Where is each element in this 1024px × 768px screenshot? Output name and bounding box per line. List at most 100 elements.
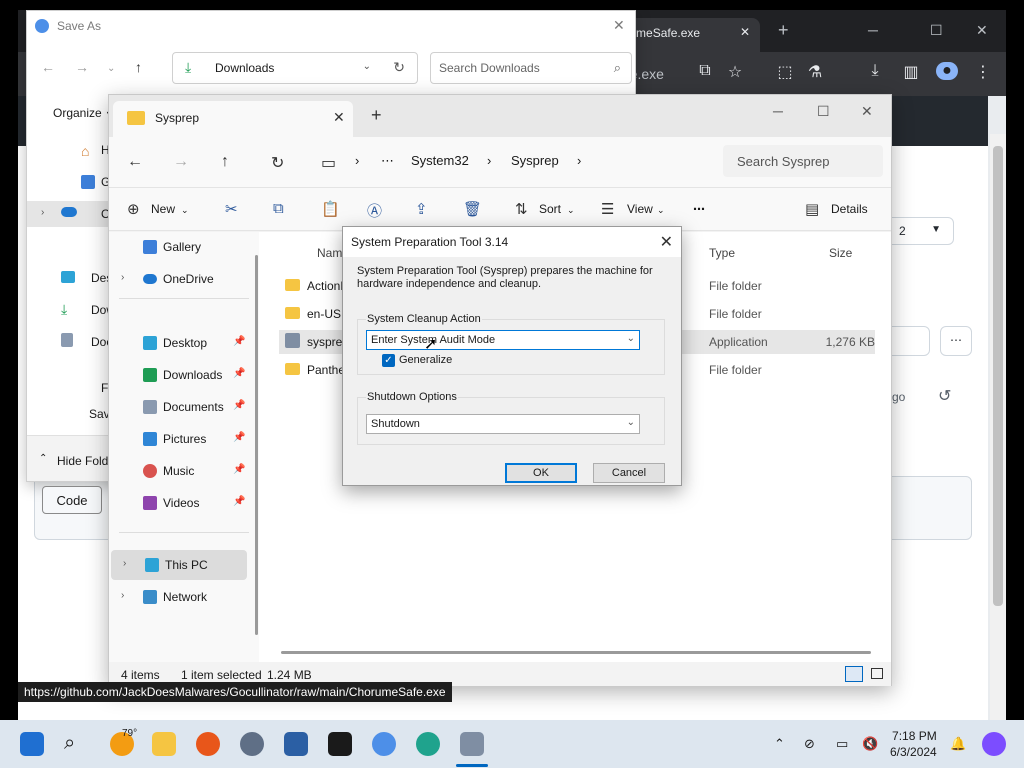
- download-icon[interactable]: ⤓: [864, 62, 886, 80]
- nav-item-onedrive[interactable]: › OneDrive: [109, 264, 259, 294]
- up-arrow-icon[interactable]: ↑: [135, 59, 142, 75]
- chevron-right-icon[interactable]: ›: [123, 558, 126, 569]
- nav-scrollbar[interactable]: [255, 255, 258, 635]
- chevron-up-icon[interactable]: ⌃: [774, 736, 785, 752]
- monitor-icon[interactable]: ▭: [321, 153, 336, 173]
- speaker-mute-icon[interactable]: 🔇: [862, 736, 878, 752]
- sysprep-app-icon[interactable]: [460, 732, 484, 756]
- details-pane-icon[interactable]: ▤: [805, 200, 819, 218]
- saveas-search-input[interactable]: Search Downloads ⌕: [430, 52, 632, 84]
- column-header-type[interactable]: Type: [709, 246, 735, 260]
- sidebar-icon[interactable]: ▥: [900, 62, 922, 82]
- code-button[interactable]: Code: [42, 486, 102, 514]
- hide-folders-button[interactable]: Hide Fold: [57, 454, 108, 468]
- view-icon[interactable]: ☰: [601, 200, 614, 218]
- flask-icon[interactable]: ⚗: [804, 62, 826, 82]
- copy-icon[interactable]: ⧉: [273, 200, 284, 217]
- breadcrumb-system32[interactable]: System32: [411, 153, 469, 168]
- kebab-menu-icon[interactable]: ⋮: [972, 62, 994, 82]
- nav-item-documents[interactable]: Documents 📌: [109, 392, 259, 422]
- chevron-down-icon[interactable]: ⌄: [107, 63, 115, 74]
- maximize-icon[interactable]: ☐: [930, 22, 943, 39]
- maximize-icon[interactable]: ☐: [817, 103, 830, 120]
- new-icon[interactable]: ⊕: [127, 200, 140, 218]
- organize-button[interactable]: Organize ▼: [53, 106, 114, 120]
- saveas-address-bar[interactable]: ⤓ Downloads ⌄ ↻: [172, 52, 418, 84]
- share-icon[interactable]: ⇪: [415, 200, 428, 218]
- star-icon[interactable]: ☆: [724, 62, 746, 82]
- minimize-icon[interactable]: ─: [773, 103, 783, 119]
- display-icon[interactable]: ▭: [836, 736, 848, 752]
- close-icon[interactable]: ✕: [861, 103, 873, 120]
- page-scrollbar[interactable]: [990, 134, 1006, 720]
- chevron-right-icon[interactable]: ›: [121, 590, 124, 601]
- view-button[interactable]: View: [627, 202, 653, 216]
- clock[interactable]: 7:18 PM 6/3/2024: [890, 728, 937, 760]
- plus-icon[interactable]: +: [778, 20, 789, 41]
- sort-button[interactable]: Sort: [539, 202, 561, 216]
- settings-gear-icon[interactable]: [240, 732, 264, 756]
- chevron-up-icon[interactable]: ⌃: [39, 453, 47, 464]
- details-view-icon[interactable]: [845, 666, 863, 682]
- chevron-right-icon[interactable]: ›: [355, 153, 359, 168]
- cast-icon[interactable]: ⧉: [694, 62, 716, 80]
- file-explorer-icon[interactable]: [152, 732, 176, 756]
- close-icon[interactable]: ✕: [740, 25, 750, 39]
- new-button[interactable]: New: [151, 202, 175, 216]
- nav-item-network[interactable]: › Network: [109, 582, 259, 612]
- chevron-right-icon[interactable]: ›: [121, 272, 124, 283]
- nav-item-pictures[interactable]: Pictures 📌: [109, 424, 259, 454]
- chrome-icon[interactable]: [372, 732, 396, 756]
- sort-icon[interactable]: ⇅: [515, 200, 528, 218]
- virtualbox-icon[interactable]: [284, 732, 308, 756]
- explorer-search-input[interactable]: Search Sysprep: [723, 145, 883, 177]
- back-arrow-icon[interactable]: ←: [41, 59, 55, 75]
- more-options-icon[interactable]: ⋯: [693, 202, 705, 216]
- shutdown-options-select[interactable]: Shutdown ⌄: [366, 414, 640, 434]
- refresh-icon[interactable]: ↻: [271, 153, 284, 173]
- scrollbar-thumb[interactable]: [993, 146, 1003, 606]
- extensions-icon[interactable]: ⬚: [774, 62, 796, 82]
- back-arrow-icon[interactable]: ←: [127, 153, 143, 171]
- notification-bell-icon[interactable]: 🔔: [950, 736, 966, 752]
- cut-icon[interactable]: ✂: [225, 200, 238, 218]
- rename-icon[interactable]: Ⓐ: [367, 200, 382, 221]
- cancel-button[interactable]: Cancel: [593, 463, 665, 483]
- close-icon[interactable]: ✕: [976, 22, 988, 39]
- ok-button[interactable]: OK: [505, 463, 577, 483]
- epic-games-icon[interactable]: [328, 732, 352, 756]
- nav-item-videos[interactable]: Videos 📌: [109, 488, 259, 518]
- tiles-view-icon[interactable]: [869, 666, 887, 682]
- minimize-icon[interactable]: ─: [868, 22, 878, 38]
- chevron-right-icon[interactable]: ›: [41, 207, 44, 218]
- nav-item-desktop[interactable]: Desktop 📌: [109, 328, 259, 358]
- chevron-right-icon[interactable]: ›: [487, 153, 491, 168]
- search-icon[interactable]: ⌕: [64, 732, 88, 756]
- column-header-size[interactable]: Size: [829, 246, 852, 260]
- chevron-right-icon[interactable]: ›: [577, 153, 581, 168]
- details-button[interactable]: Details: [831, 202, 868, 216]
- nav-item-this-pc[interactable]: › This PC: [111, 550, 247, 580]
- nav-item-downloads[interactable]: Downloads 📌: [109, 360, 259, 390]
- close-icon[interactable]: ✕: [613, 17, 625, 34]
- explorer-tab[interactable]: Sysprep ✕: [113, 101, 353, 137]
- edge-icon[interactable]: [416, 732, 440, 756]
- more-options-icon[interactable]: ⋯: [940, 326, 972, 356]
- profile-icon[interactable]: ●: [936, 62, 958, 80]
- chevron-down-icon[interactable]: ⌄: [363, 61, 371, 72]
- breadcrumb-sysprep[interactable]: Sysprep: [511, 153, 559, 168]
- paste-icon[interactable]: 📋: [321, 200, 340, 218]
- forward-arrow-icon[interactable]: →: [75, 59, 89, 75]
- delete-icon[interactable]: 🗑: [463, 200, 482, 218]
- forward-arrow-icon[interactable]: →: [173, 153, 189, 171]
- close-icon[interactable]: ✕: [333, 109, 345, 126]
- up-arrow-icon[interactable]: ↑: [221, 153, 229, 171]
- plus-icon[interactable]: +: [371, 105, 382, 126]
- horizontal-scrollbar[interactable]: [281, 651, 871, 654]
- ellipsis-icon[interactable]: ⋯: [381, 153, 394, 169]
- refresh-icon[interactable]: ↻: [393, 59, 405, 76]
- windows-start-icon[interactable]: [20, 732, 44, 756]
- firefox-icon[interactable]: [196, 732, 220, 756]
- nav-item-gallery[interactable]: Gallery: [109, 232, 259, 262]
- nav-item-music[interactable]: Music 📌: [109, 456, 259, 486]
